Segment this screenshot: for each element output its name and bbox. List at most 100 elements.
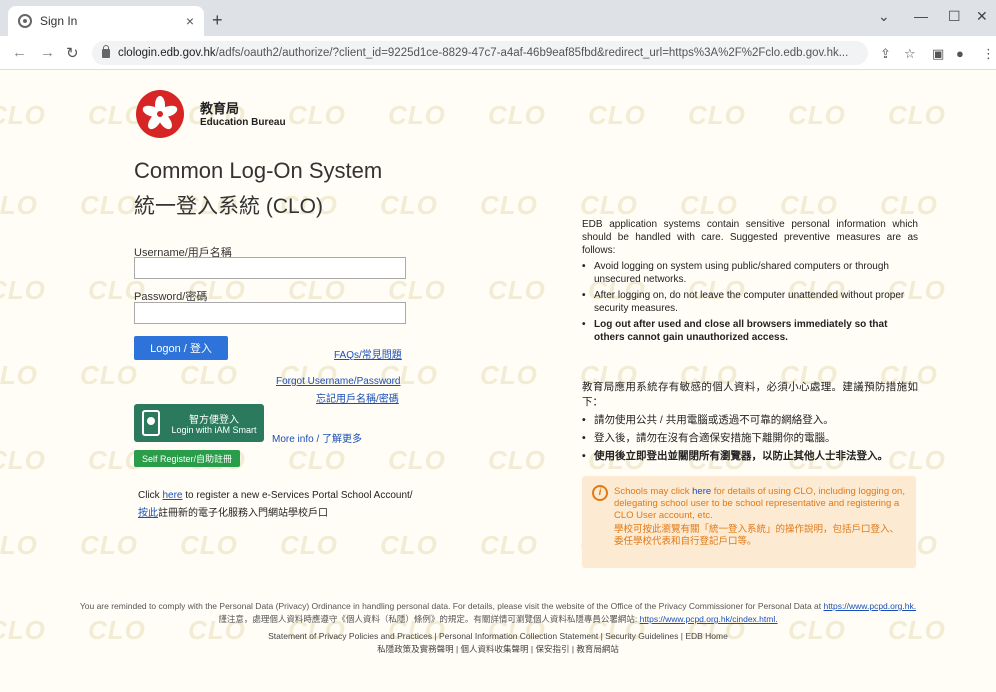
- register-text-zh: 註冊新的電子化服務入門網站學校戶口: [158, 508, 328, 519]
- watermark-text: CLO: [480, 360, 538, 390]
- forgot-credentials-link[interactable]: Forgot Username/Password: [276, 376, 401, 387]
- notice-item: Log out after used and close all browser…: [582, 318, 918, 344]
- watermark-text: CLO: [288, 100, 346, 130]
- watermark-text: CLO: [0, 360, 38, 390]
- faqs-link[interactable]: FAQs/常見問題: [334, 346, 402, 361]
- url-host: clologin.edb.gov.hk: [118, 47, 216, 59]
- favicon-icon: [18, 14, 32, 28]
- username-input[interactable]: [134, 257, 406, 279]
- password-input[interactable]: [134, 302, 406, 324]
- notice-item-zh: 請勿使用公共 / 共用電腦或透過不可靠的網絡登入。: [582, 413, 918, 428]
- page-content: CLO CLO CLO CLO CLO CLO CLO CLO CLO CLO CLO CLO CLO C…: [0, 70, 996, 692]
- watermark-text: CLO: [0, 100, 46, 130]
- privacy-note-en: You are reminded to comply with the Pers…: [79, 601, 917, 611]
- watermark-text: CLO: [780, 190, 838, 220]
- star-icon[interactable]: ☆: [904, 46, 916, 62]
- tab-close-icon[interactable]: ×: [186, 13, 194, 29]
- notice-item: After logging on, do not leave the compu…: [582, 289, 918, 315]
- watermark-text: CLO: [80, 190, 138, 220]
- edb-logo: [136, 90, 184, 138]
- page-title: Common Log-On System: [134, 158, 383, 183]
- notice-intro: EDB application systems contain sensitiv…: [582, 219, 918, 256]
- register-line-zh: 按此註冊新的電子化服務入門網站學校戶口: [138, 504, 328, 519]
- page-title-zh: 統一登入系統 (CLO): [134, 195, 323, 218]
- watermark-text: CLO: [0, 275, 46, 305]
- footer-links-en[interactable]: Statement of Privacy Policies and Practi…: [0, 631, 996, 641]
- menu-icon[interactable]: ⋮: [982, 46, 995, 62]
- watermark-text: CLO: [788, 100, 846, 130]
- notice-intro-zh: 教育局應用系統存有敏感的個人資料，必須小心處理。建議預防措施如下：: [582, 381, 918, 408]
- watermark-text: CLO: [588, 100, 646, 130]
- register-here-link-zh[interactable]: 按此: [138, 508, 158, 519]
- iam-smart-subtitle: Login with iAM Smart: [171, 425, 257, 435]
- schools-text-en: Schools may click here for details of us…: [614, 486, 905, 521]
- watermark-text: CLO: [488, 100, 546, 130]
- register-here-link[interactable]: here: [162, 490, 182, 501]
- watermark-text: CLO: [880, 190, 938, 220]
- forgot-credentials-link-zh[interactable]: 忘記用戶名稱/密碼: [316, 390, 399, 405]
- watermark-text: CLO: [388, 445, 446, 475]
- pcpd-link-zh[interactable]: https://www.pcpd.org.hk/cindex.html.: [640, 614, 778, 624]
- close-window-icon[interactable]: ✕: [976, 8, 988, 25]
- logon-button[interactable]: Logon / 登入: [134, 336, 228, 360]
- iam-smart-icon: [142, 410, 160, 436]
- watermark-text: CLO: [380, 530, 438, 560]
- schools-info-box: i Schools may click here for details of …: [582, 476, 916, 568]
- self-register-button[interactable]: Self Register/自助註冊: [134, 450, 240, 467]
- watermark-text: CLO: [0, 530, 38, 560]
- watermark-text: CLO: [480, 190, 538, 220]
- chevron-down-icon[interactable]: ⌄: [878, 8, 890, 25]
- tab-title: Sign In: [40, 14, 78, 28]
- more-info-link[interactable]: More info / 了解更多: [272, 430, 362, 445]
- watermark-text: CLO: [688, 100, 746, 130]
- watermark-text: CLO: [380, 190, 438, 220]
- maximize-icon[interactable]: ☐: [948, 8, 961, 25]
- reload-icon[interactable]: ↻: [66, 44, 79, 62]
- info-icon: i: [592, 485, 608, 501]
- watermark-text: CLO: [0, 190, 38, 220]
- profile-icon[interactable]: ●: [956, 46, 964, 61]
- watermark-text: CLO: [488, 275, 546, 305]
- watermark-text: CLO: [180, 360, 238, 390]
- notice-list-zh: 請勿使用公共 / 共用電腦或透過不可靠的網絡登入。 登入後，請勿在沒有合適保安措…: [582, 413, 918, 464]
- watermark-text: CLO: [480, 530, 538, 560]
- watermark-text: CLO: [488, 445, 546, 475]
- schools-here-link[interactable]: here: [692, 486, 711, 497]
- watermark-text: CLO: [288, 445, 346, 475]
- watermark-text: CLO: [280, 530, 338, 560]
- iam-smart-title: 智方便登入: [189, 415, 239, 426]
- privacy-note-zh: 謹注意，處理個人資料時應遵守《個人資料（私隱）條例》的規定。有關詳情可瀏覽個人資…: [218, 614, 778, 624]
- watermark-text: CLO: [80, 360, 138, 390]
- pcpd-link[interactable]: https://www.pcpd.org.hk.: [824, 601, 917, 611]
- browser-tab-bar: Sign In × + ⌄ — ☐ ✕: [0, 0, 996, 36]
- new-tab-icon[interactable]: +: [212, 10, 223, 31]
- url-field[interactable]: clologin.edb.gov.hk/adfs/oauth2/authoriz…: [92, 41, 868, 65]
- watermark-text: CLO: [80, 530, 138, 560]
- register-text-post: to register a new e-Services Portal Scho…: [182, 490, 413, 501]
- minimize-icon[interactable]: —: [914, 8, 928, 24]
- share-icon[interactable]: ⇪: [880, 46, 891, 62]
- forward-arrow-icon[interactable]: →: [40, 44, 55, 61]
- watermark-text: CLO: [580, 190, 638, 220]
- security-notice-zh: 教育局應用系統存有敏感的個人資料，必須小心處理。建議預防措施如下： 請勿使用公共…: [582, 380, 918, 464]
- back-arrow-icon[interactable]: ←: [12, 44, 27, 61]
- notice-item: Avoid logging on system using public/sha…: [582, 260, 918, 286]
- register-line-en: Click here to register a new e-Services …: [138, 490, 413, 501]
- iam-smart-login-button[interactable]: 智方便登入 Login with iAM Smart: [134, 404, 264, 442]
- schools-text-zh: 學校可按此瀏覽有關「統一登入系統」的操作說明，包括戶口登入、委任學校代表和自行登…: [614, 524, 900, 547]
- footer-links-zh[interactable]: 私隱政策及實務聲明 | 個人資料收集聲明 | 保安指引 | 教育局網站: [0, 643, 996, 655]
- browser-tab-sign-in[interactable]: Sign In ×: [8, 6, 204, 36]
- security-notice-en: EDB application systems contain sensitiv…: [582, 218, 918, 344]
- org-name-en: Education Bureau: [200, 117, 286, 128]
- lock-icon[interactable]: [102, 44, 110, 58]
- sidepanel-icon[interactable]: ▣: [932, 46, 944, 62]
- address-bar: ← → ↻ clologin.edb.gov.hk/adfs/oauth2/au…: [0, 36, 996, 70]
- notice-item-zh: 使用後立即登出並關閉所有瀏覽器，以防止其他人士非法登入。: [582, 449, 918, 464]
- org-name-zh: 教育局: [200, 101, 240, 116]
- register-text: Click: [138, 490, 163, 501]
- watermark-text: CLO: [388, 100, 446, 130]
- url-path: /adfs/oauth2/authorize/?client_id=9225d1…: [215, 47, 849, 59]
- notice-item-zh: 登入後，請勿在沒有合適保安措施下離開你的電腦。: [582, 431, 918, 446]
- watermark-text: CLO: [680, 190, 738, 220]
- watermark-text: CLO: [0, 445, 46, 475]
